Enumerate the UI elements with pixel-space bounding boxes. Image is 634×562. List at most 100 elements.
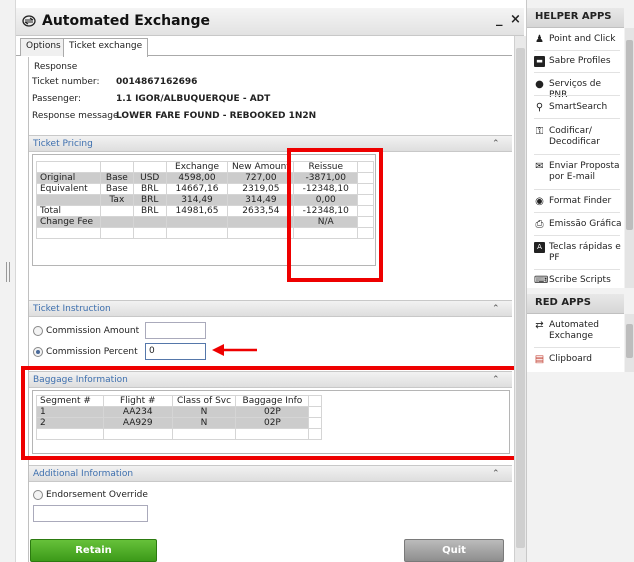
cell: 2633,54 (227, 205, 295, 217)
decode-icon: ⚿ (535, 126, 544, 137)
commission-amount-input[interactable] (145, 322, 206, 339)
cell (132, 216, 167, 228)
helper-item-point-and-click[interactable]: ♟ Point and Click (534, 34, 622, 45)
cell (99, 205, 134, 217)
endorsement-override-input[interactable] (33, 505, 148, 522)
helper-item-format-finder[interactable]: ◉ Format Finder (534, 196, 622, 207)
keyboard-icon: A (534, 242, 545, 253)
helper-apps-scrollbar-thumb[interactable] (626, 40, 633, 230)
header-cell (36, 161, 101, 173)
helper-apps-scrollbar[interactable] (625, 28, 634, 288)
endorsement-override-radio[interactable] (33, 490, 43, 500)
header-cell: New Amount (227, 161, 295, 173)
cell: BRL (132, 183, 167, 195)
helper-item-label: Enviar Proposta por E-mail (549, 161, 620, 182)
collapse-chevron-icon[interactable]: ⌃ (492, 304, 500, 314)
helper-item-smartsearch[interactable]: ⚲ SmartSearch (534, 102, 622, 113)
cell: 4598,00 (165, 172, 229, 184)
red-apps-scrollbar[interactable] (625, 314, 634, 372)
red-apps-scrollbar-thumb[interactable] (626, 324, 633, 358)
search-icon: ⚲ (535, 102, 544, 113)
commission-percent-radio[interactable] (33, 347, 43, 357)
collapse-chevron-icon[interactable]: ⌃ (492, 469, 500, 479)
ticket-number-label: Ticket number: (32, 77, 100, 87)
ticket-number-value: 0014867162696 (116, 77, 198, 87)
baggage-highlight-box (21, 366, 519, 460)
helper-item-teclas-rapidas[interactable]: A Teclas rápidas e PF (534, 242, 622, 264)
tab-options[interactable]: Options (20, 38, 67, 56)
ticket-pricing-title: Ticket Pricing (33, 139, 93, 149)
response-message-value: LOWER FARE FOUND - REBOOKED 1N2N (116, 111, 317, 121)
endorsement-override-label: Endorsement Override (46, 490, 148, 500)
additional-info-header[interactable]: Additional Information ⌃ (29, 465, 512, 482)
person-pointer-icon: ♟ (535, 34, 544, 45)
helper-item-label: Emissão Gráfica (549, 219, 622, 229)
helper-item-codificar[interactable]: ⚿ Codificar/ Decodificar (534, 126, 622, 148)
cell: USD (132, 172, 167, 184)
profile-card-icon: ▬ (534, 56, 545, 67)
helper-item-sabre-profiles[interactable]: ▬ Sabre Profiles (534, 56, 622, 67)
close-button[interactable]: × (510, 12, 521, 27)
commission-percent-label: Commission Percent (46, 347, 138, 357)
commission-percent-input[interactable]: 0 (145, 343, 206, 360)
helper-item-label: Codificar/ Decodificar (549, 126, 600, 147)
header-cell (99, 161, 134, 173)
envelope-icon: ✉ (535, 161, 544, 172)
red-arrow-icon (212, 343, 258, 360)
row-label: Change Fee (36, 216, 101, 228)
helper-item-label: Teclas rápidas e PF (549, 242, 621, 263)
ticket-pricing-header[interactable]: Ticket Pricing ⌃ (29, 135, 512, 152)
cell: 14981,65 (165, 205, 229, 217)
quit-button[interactable]: Quit (404, 539, 504, 562)
cell (99, 216, 134, 228)
helper-apps-header: HELPER APPS (527, 8, 624, 28)
helper-item-label: Format Finder (549, 196, 612, 206)
cell: BRL (132, 194, 167, 206)
retain-button[interactable]: Retain (30, 539, 157, 562)
cell: BRL (132, 205, 167, 217)
script-icon: ⌨ (534, 275, 549, 286)
tab-ticket-exchange[interactable]: Ticket exchange (63, 38, 149, 57)
cell: 2319,05 (227, 183, 295, 195)
window-title: Automated Exchange (42, 13, 211, 29)
minimize-button[interactable]: _ (496, 12, 503, 27)
helper-item-servicos-de-pnr[interactable]: ● Serviços de PNR (534, 79, 622, 101)
red-apps-header: RED APPS (527, 294, 624, 314)
helper-item-enviar-proposta[interactable]: ✉ Enviar Proposta por E-mail (534, 161, 622, 183)
header-cell (132, 161, 167, 173)
exchange-icon: ⇄ (535, 320, 544, 331)
helper-item-label: Point and Click (549, 34, 616, 44)
commission-amount-radio[interactable] (33, 326, 43, 336)
passenger-value: 1.1 IGOR/ALBUQUERQUE - ADT (116, 94, 271, 104)
splitter-grip[interactable] (6, 262, 10, 282)
row-label: Equivalent (36, 183, 101, 195)
cell: 314,49 (165, 194, 229, 206)
helper-item-emissao-grafica[interactable]: ⎙ Emissão Gráfica (534, 219, 622, 230)
red-item-clipboard[interactable]: ▤ Clipboard (534, 354, 622, 365)
helper-item-scribe-scripts[interactable]: ⌨ Scribe Scripts (534, 275, 622, 286)
cell (165, 216, 229, 228)
red-item-label: Automated Exchange (549, 320, 599, 341)
response-message-label: Response message (32, 111, 119, 121)
helper-item-label: Sabre Profiles (549, 56, 611, 66)
collapse-chevron-icon[interactable]: ⌃ (492, 139, 500, 149)
main-scrollbar[interactable] (514, 36, 526, 562)
format-search-icon: ◉ (535, 196, 544, 207)
cell: Base (99, 183, 134, 195)
row-label: Original (36, 172, 101, 184)
ticket-instruction-header[interactable]: Ticket Instruction ⌃ (29, 300, 512, 317)
response-label: Response (34, 62, 78, 72)
passenger-label: Passenger: (32, 94, 81, 104)
cell (227, 216, 295, 228)
row-label: Total (36, 205, 101, 217)
printer-icon: ⎙ (535, 219, 544, 230)
user-circle-icon: ● (535, 79, 544, 90)
cell: Base (99, 172, 134, 184)
red-item-label: Clipboard (549, 354, 592, 364)
helper-item-label: Serviços de PNR (549, 79, 602, 100)
reissue-highlight-box (287, 148, 383, 282)
helper-item-label: SmartSearch (549, 102, 608, 112)
main-scrollbar-thumb[interactable] (516, 48, 525, 548)
cell: 727,00 (227, 172, 295, 184)
red-item-automated-exchange[interactable]: ⇄ Automated Exchange (534, 320, 622, 342)
